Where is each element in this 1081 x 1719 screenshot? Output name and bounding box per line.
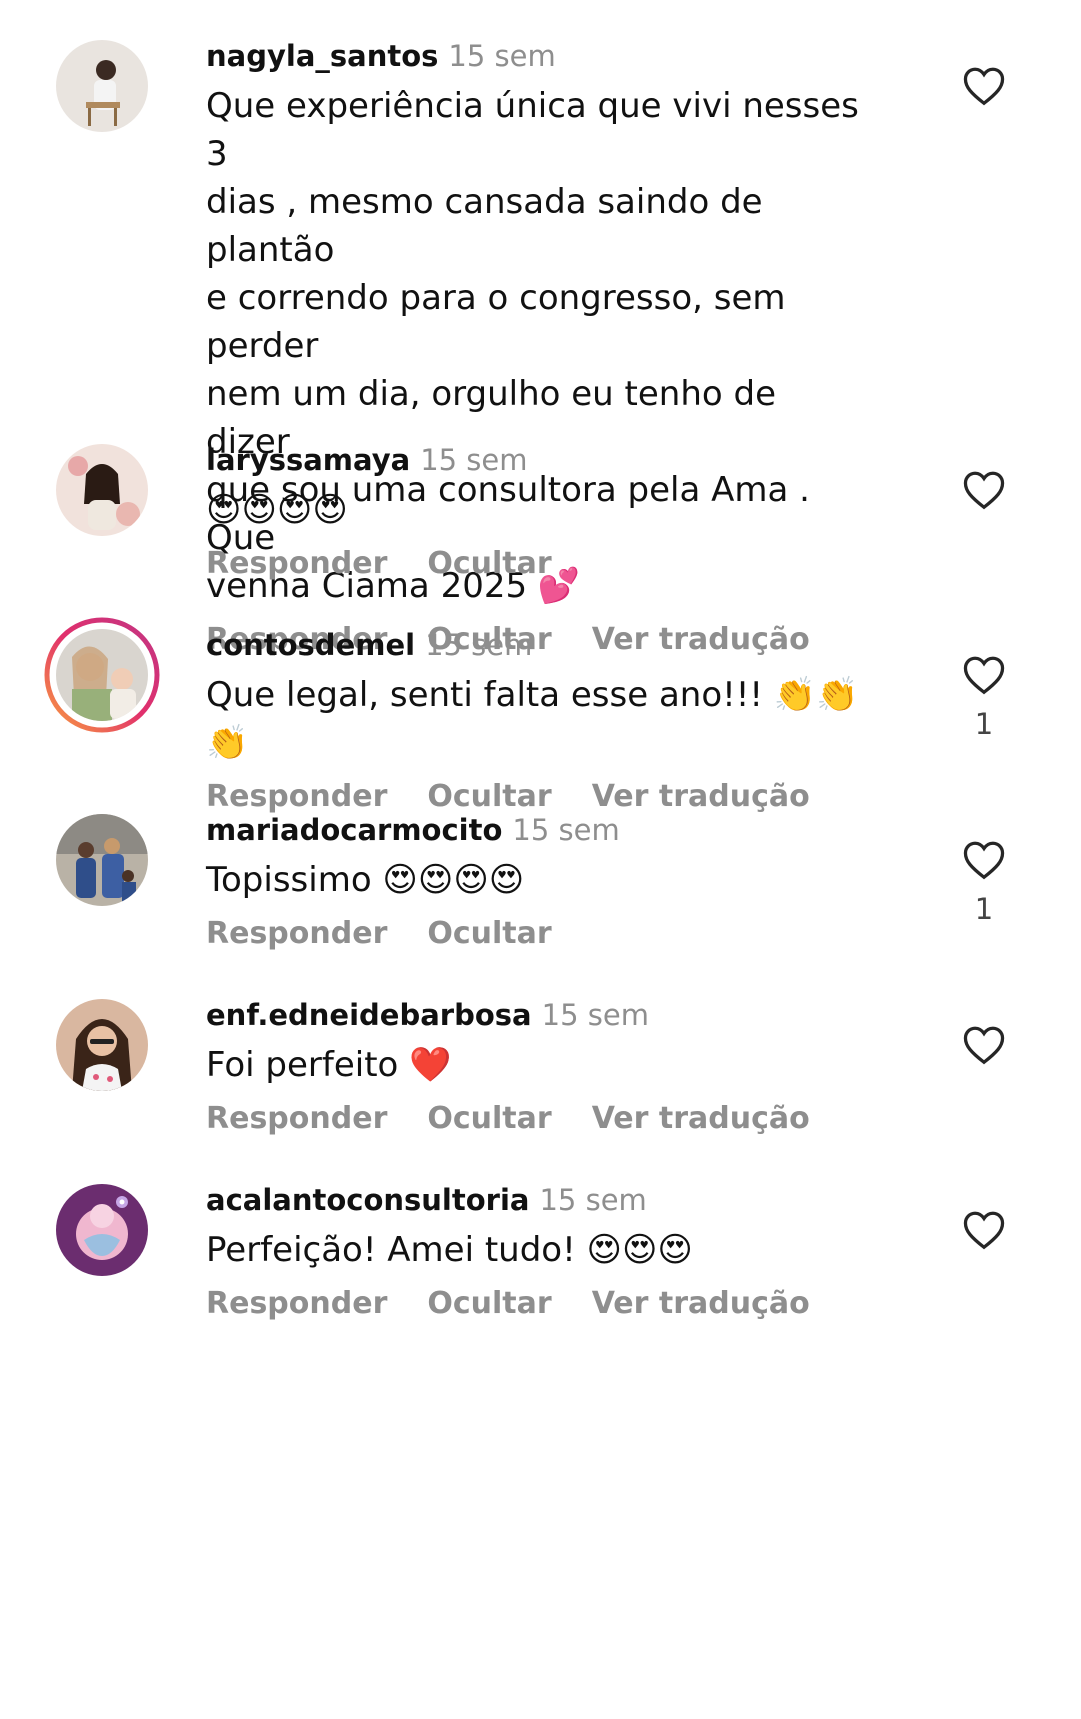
reply-button[interactable]: Responder (206, 1101, 387, 1136)
comment-text: Perfeição! Amei tudo! 😍😍😍 (206, 1230, 693, 1270)
username[interactable]: mariadocarmocito (206, 813, 502, 847)
username[interactable]: nagyla_santos (206, 39, 438, 73)
comment-time: 15 sem (425, 628, 533, 662)
heart-icon[interactable] (962, 1210, 1006, 1250)
comment-line: e correndo para o congresso, sem perder (206, 278, 786, 366)
reply-button[interactable]: Responder (206, 1286, 387, 1321)
comment-time: 15 sem (512, 813, 620, 847)
comment-text: 😍😍😍😍 (206, 490, 348, 530)
comment-text: Foi perfeito ❤️ (206, 1045, 452, 1085)
comment-text: Que legal, senti falta esse ano!!! 👏👏👏 (206, 675, 859, 763)
username[interactable]: contosdemel (206, 628, 415, 662)
heart-icon[interactable] (962, 1025, 1006, 1065)
heart-icon[interactable] (962, 655, 1006, 695)
comment-time: 15 sem (541, 998, 649, 1032)
reply-button[interactable]: Responder (206, 779, 387, 814)
comment-line: dias , mesmo cansada saindo de plantão (206, 182, 763, 270)
translate-button[interactable]: Ver tradução (592, 1101, 810, 1136)
heart-icon[interactable] (962, 66, 1006, 106)
username[interactable]: laryssamaya (206, 443, 410, 477)
hide-button[interactable]: Ocultar (427, 546, 551, 581)
comment-line: Que experiência única que vivi nesses 3 (206, 86, 859, 174)
hide-button[interactable]: Ocultar (427, 779, 551, 814)
like-count: 1 (974, 707, 994, 741)
username[interactable]: acalantoconsultoria (206, 1183, 529, 1217)
comment-text: Topissimo 😍😍😍😍 (206, 860, 525, 900)
avatar[interactable] (56, 40, 148, 132)
avatar[interactable] (56, 999, 148, 1091)
avatar[interactable] (56, 1184, 148, 1276)
heart-icon[interactable] (962, 470, 1006, 510)
hide-button[interactable]: Ocultar (427, 1286, 551, 1321)
translate-button[interactable]: Ver tradução (592, 1286, 810, 1321)
reply-button[interactable]: Responder (206, 916, 387, 951)
hide-button[interactable]: Ocultar (427, 1101, 551, 1136)
comment-time: 15 sem (539, 1183, 647, 1217)
like-count: 1 (974, 892, 994, 926)
username[interactable]: enf.edneidebarbosa (206, 998, 532, 1032)
avatar[interactable] (56, 814, 148, 906)
comment-time: 15 sem (448, 39, 556, 73)
hide-button[interactable]: Ocultar (427, 916, 551, 951)
comment-time: 15 sem (420, 443, 528, 477)
translate-button[interactable]: Ver tradução (592, 779, 810, 814)
avatar[interactable] (56, 444, 148, 536)
heart-icon[interactable] (962, 840, 1006, 880)
reply-button[interactable]: Responder (206, 546, 387, 581)
avatar-story[interactable] (44, 617, 160, 733)
